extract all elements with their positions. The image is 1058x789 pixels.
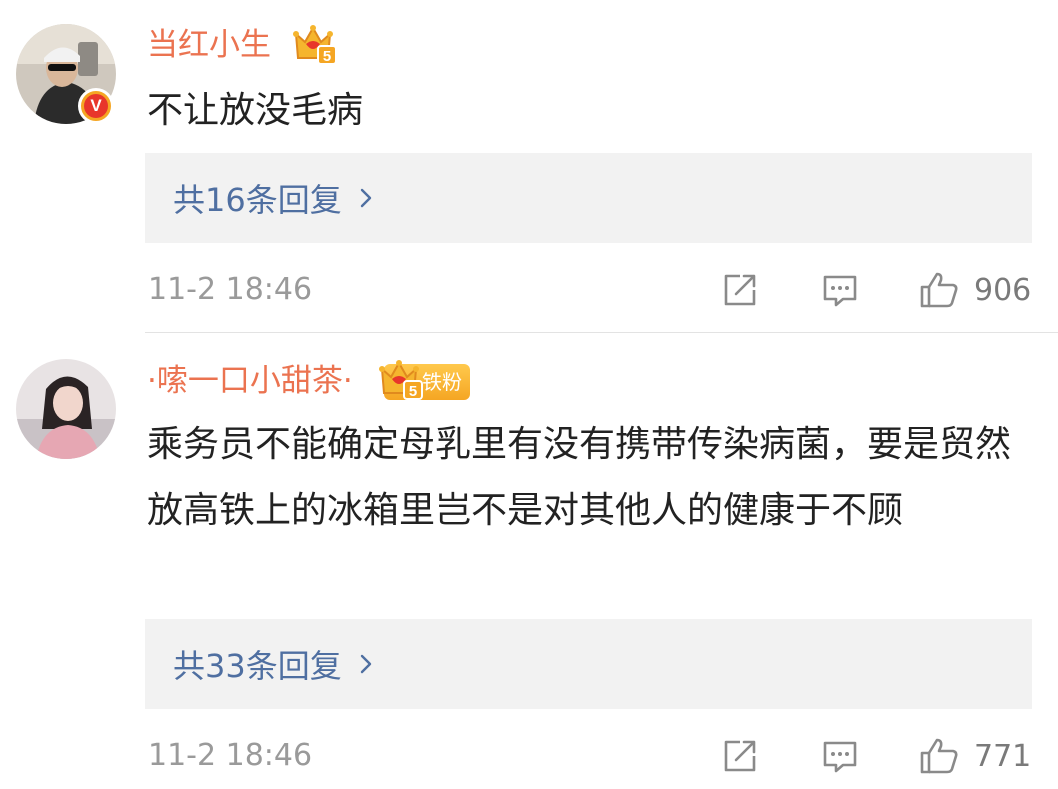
member-level: 5 — [409, 383, 417, 400]
thumbs-up-icon — [920, 272, 958, 308]
comment-text: 不让放没毛病 — [147, 90, 364, 131]
comment-icon — [823, 275, 857, 307]
comment-icon — [823, 741, 857, 773]
repost-button[interactable] — [720, 270, 760, 310]
view-replies-button[interactable]: 共33条回复 — [145, 619, 1032, 709]
crown-member-icon: 5 — [379, 360, 423, 400]
comment-meta: 11-2 18:46 906 — [0, 270, 1058, 310]
comment-item: ·嗦一口小甜茶· 5 铁粉 乘务员不能确定母乳里有没有携带传染病菌，要是贸然放高… — [0, 333, 1058, 789]
repost-button[interactable] — [720, 736, 760, 776]
thumbs-up-icon — [920, 738, 958, 774]
share-edit-icon — [724, 274, 756, 306]
like-button[interactable]: 906 — [918, 270, 1031, 310]
comment-meta: 11-2 18:46 771 — [0, 736, 1058, 776]
timestamp: 11-2 18:46 — [148, 272, 313, 307]
like-button[interactable]: 771 — [918, 736, 1031, 776]
member-level: 5 — [323, 48, 331, 65]
comment-button[interactable] — [820, 270, 860, 310]
like-count: 771 — [974, 738, 1032, 774]
comment-button[interactable] — [820, 736, 860, 776]
avatar[interactable] — [16, 359, 116, 459]
comment-text: 乘务员不能确定母乳里有没有携带传染病菌，要是贸然放高铁上的冰箱里岂不是对其他人的… — [147, 424, 1012, 531]
comment-item: V 当红小生 5 不让放没毛病 共16条回复 11-2 18:46 906 — [0, 0, 1058, 332]
like-count: 906 — [974, 272, 1032, 308]
share-edit-icon — [724, 740, 756, 772]
view-replies-button[interactable]: 共16条回复 — [145, 153, 1032, 243]
chevron-right-icon — [360, 188, 371, 208]
username[interactable]: 当红小生 — [147, 25, 271, 65]
replies-label: 共16条回复 — [173, 181, 342, 219]
replies-label: 共33条回复 — [173, 647, 342, 685]
timestamp: 11-2 18:46 — [148, 738, 313, 773]
username[interactable]: ·嗦一口小甜茶· — [147, 361, 353, 401]
chevron-right-icon — [360, 654, 371, 674]
crown-member-icon: 5 — [293, 25, 337, 65]
verified-v-icon: V — [78, 88, 114, 124]
